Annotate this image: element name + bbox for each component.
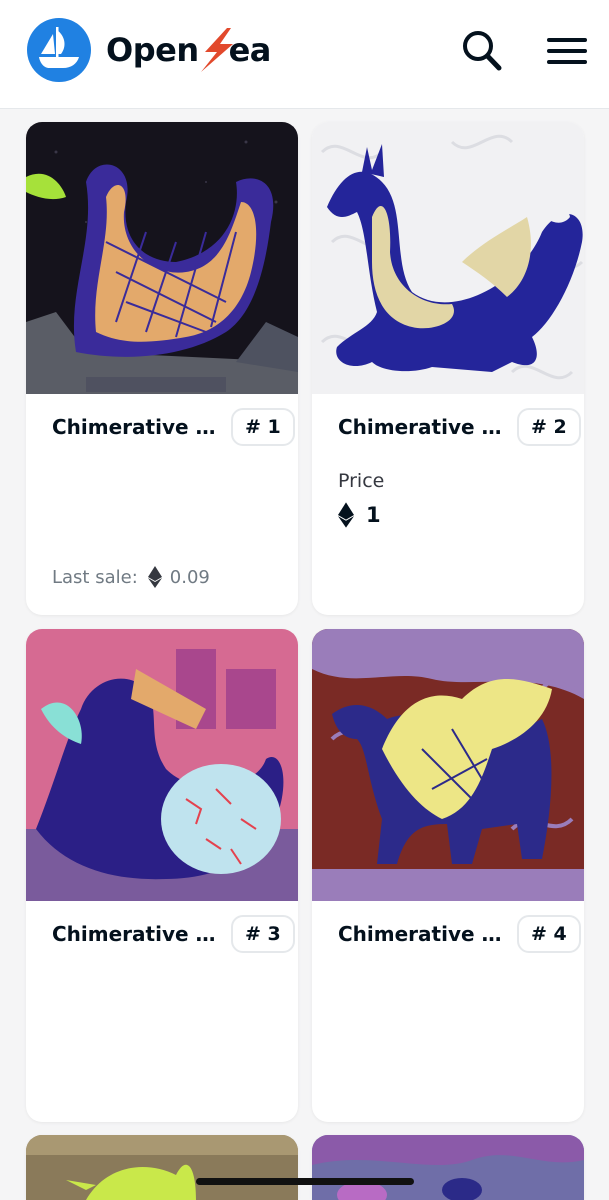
brand-prefix: Open — [106, 31, 199, 69]
price-label: Price — [338, 470, 385, 492]
nft-title: Chimerative ... — [338, 922, 503, 946]
nft-image-4[interactable] — [312, 629, 584, 901]
token-number-badge: # 2 — [517, 408, 581, 446]
token-number-badge: # 1 — [231, 408, 295, 446]
search-button[interactable] — [459, 28, 505, 74]
nft-card-1[interactable]: Chimerative M... # 1 Last sale: 0.09 — [26, 122, 298, 615]
price: 1 — [338, 500, 381, 530]
nft-card-2[interactable]: Chimerative ... # 2 Price 1 — [312, 122, 584, 615]
nft-card-6[interactable] — [312, 1135, 584, 1200]
token-number-badge: # 4 — [517, 915, 581, 953]
brand-name[interactable]: Open ea — [106, 28, 271, 72]
last-sale-label: Last sale: — [52, 566, 138, 588]
nft-image-5[interactable] — [26, 1135, 298, 1200]
price-value: 1 — [366, 503, 381, 527]
nft-title: Chimerative M... — [52, 415, 217, 439]
hamburger-menu-icon — [547, 38, 587, 64]
opensea-boat-icon — [39, 27, 79, 68]
last-sale: Last sale: 0.09 — [52, 562, 210, 592]
lightning-bolt-icon — [201, 28, 233, 72]
nft-title: Chimerative ... — [338, 415, 503, 439]
nft-image-3[interactable] — [26, 629, 298, 901]
menu-button[interactable] — [544, 28, 590, 74]
nft-image-1[interactable] — [26, 122, 298, 394]
ethereum-icon — [338, 502, 354, 528]
nft-image-6[interactable] — [312, 1135, 584, 1200]
nft-card-4[interactable]: Chimerative ... # 4 — [312, 629, 584, 1122]
nft-image-2[interactable] — [312, 122, 584, 394]
last-sale-value: 0.09 — [169, 566, 210, 588]
opensea-logo[interactable] — [27, 18, 91, 82]
nft-card-3[interactable]: Chimerative ... # 3 — [26, 629, 298, 1122]
ethereum-icon — [147, 566, 162, 588]
nft-card-5[interactable] — [26, 1135, 298, 1200]
token-number-badge: # 3 — [231, 915, 295, 953]
home-indicator[interactable] — [196, 1178, 414, 1185]
search-icon — [463, 31, 502, 71]
nft-title: Chimerative ... — [52, 922, 217, 946]
top-navigation-bar: Open ea — [0, 0, 609, 109]
